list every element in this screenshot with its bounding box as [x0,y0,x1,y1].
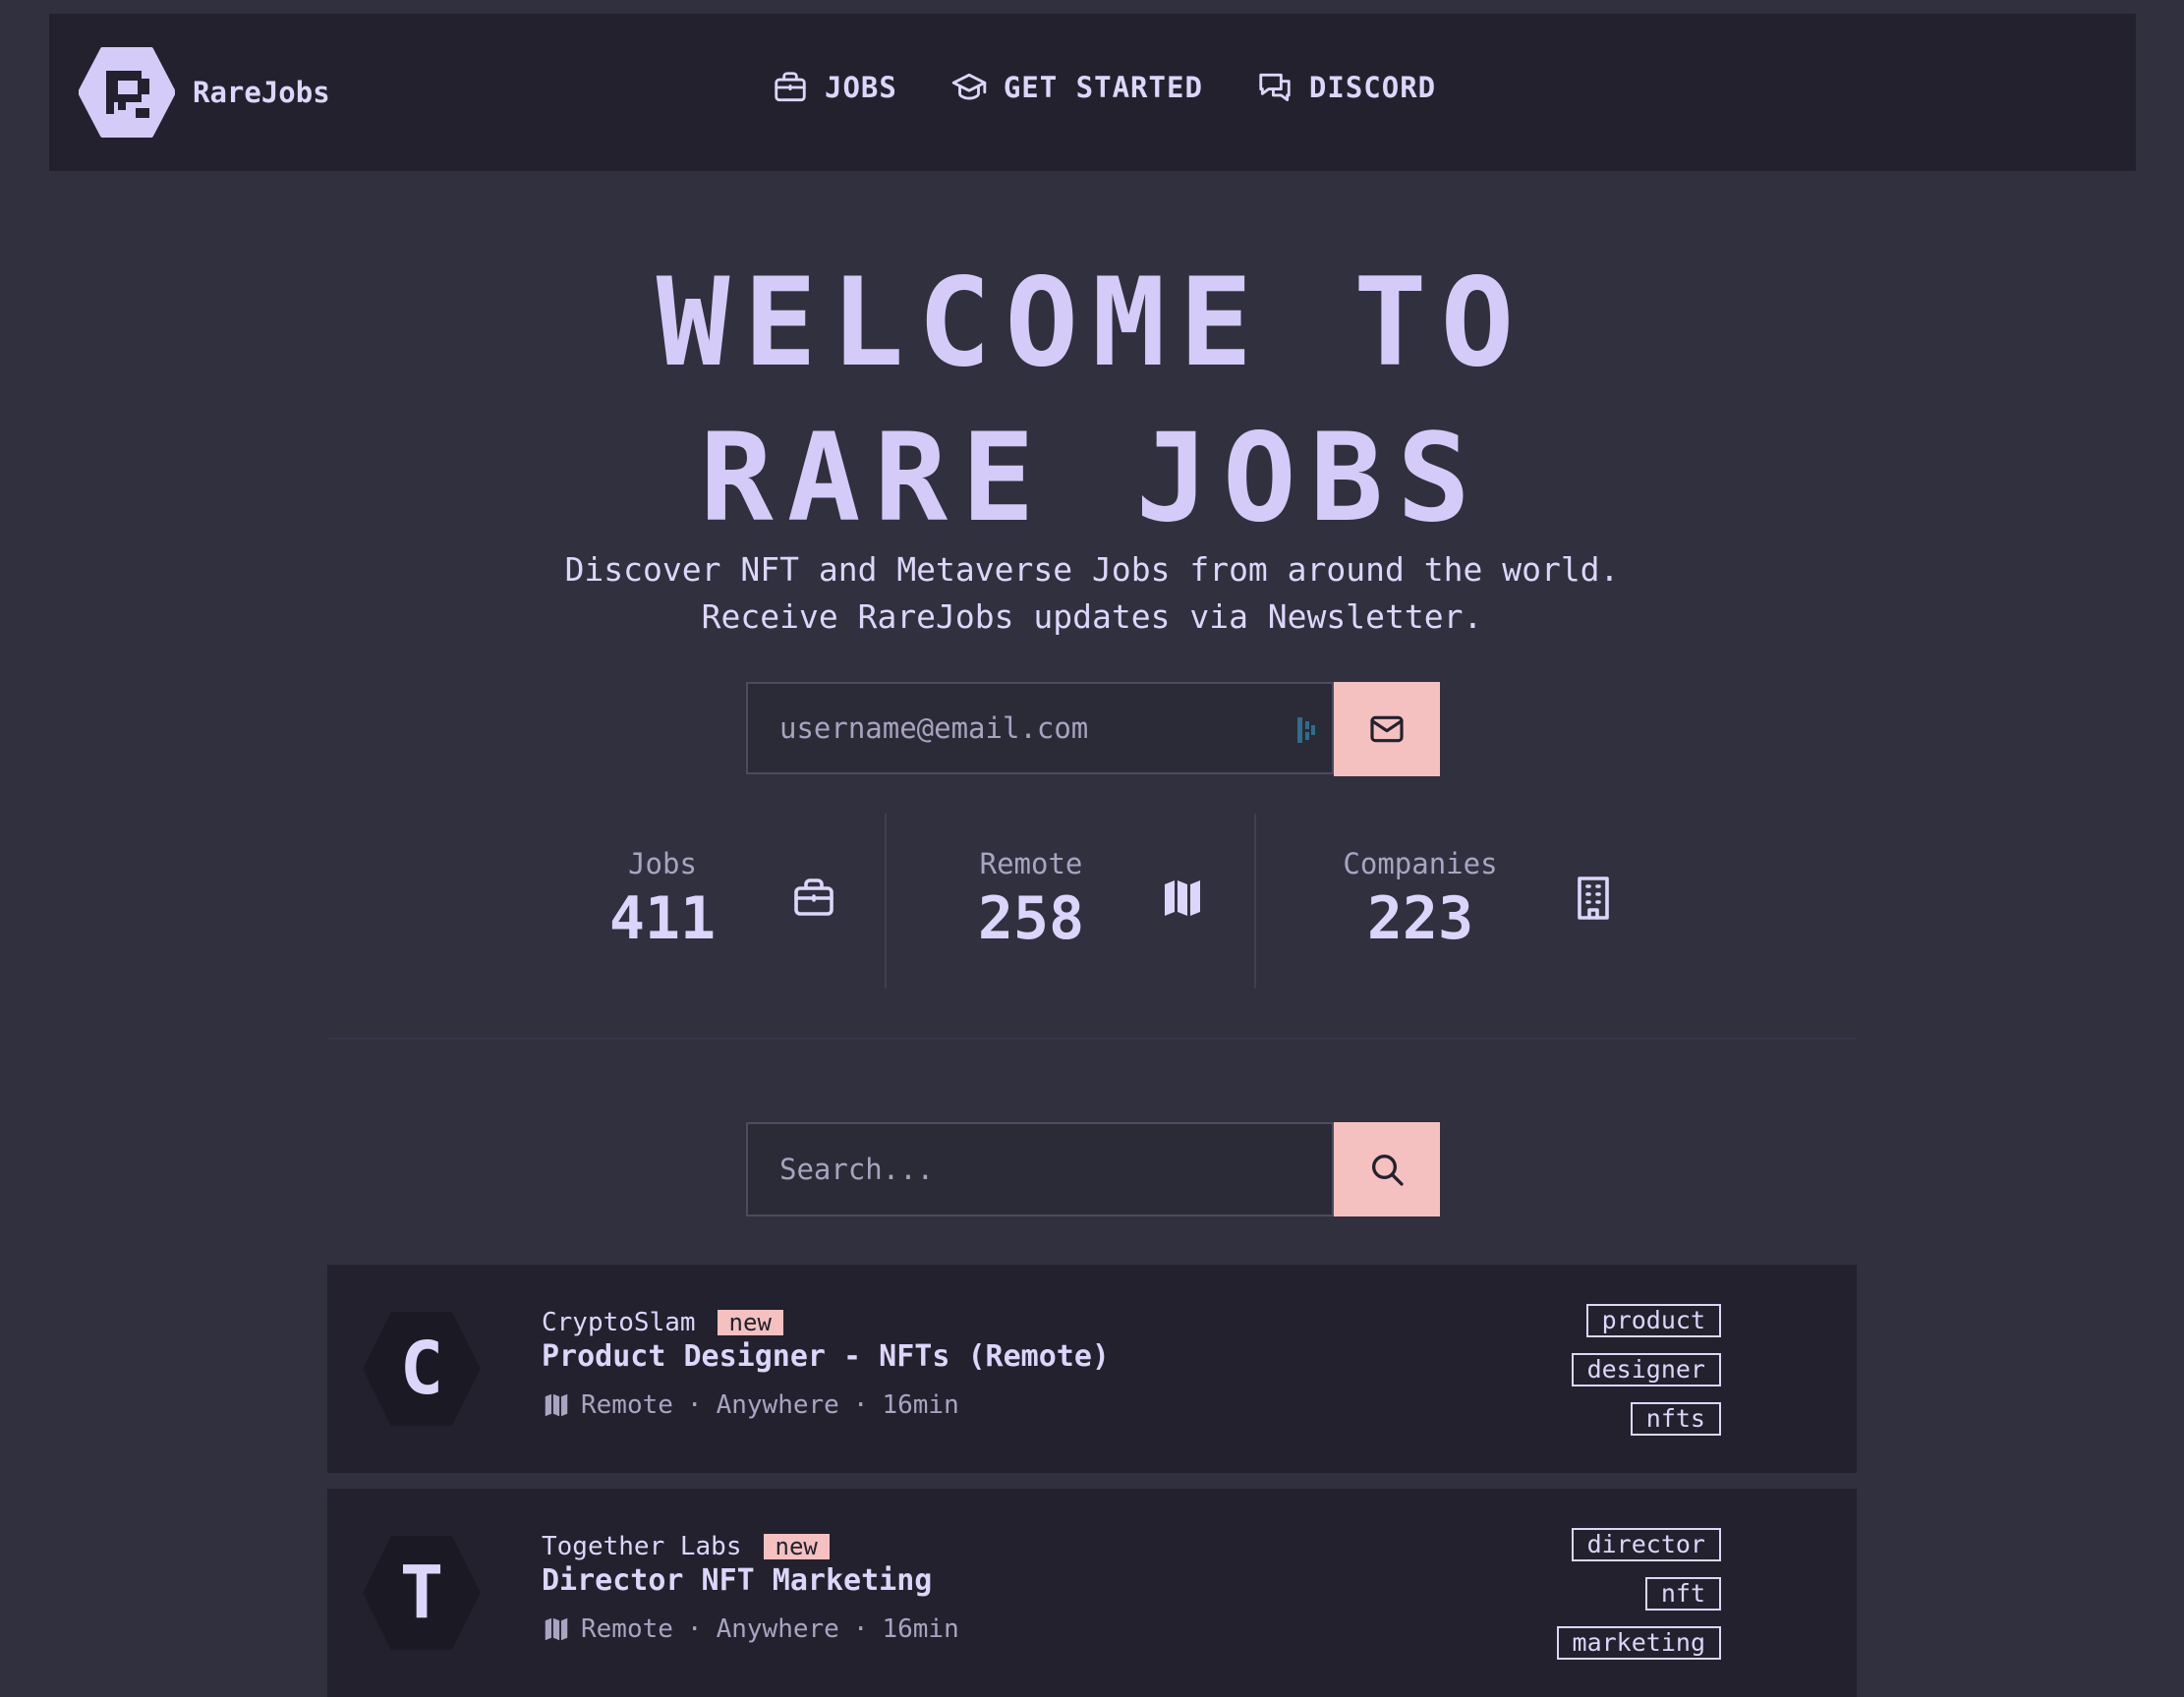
meta-separator: · [852,1390,869,1420]
stat-remote-label: Remote [979,847,1083,880]
hero-title-line-2: RARE JOBS [700,408,1484,549]
job-card[interactable]: T Together Labs new Director NFT Marketi… [327,1489,1857,1697]
nav-discord-label: DISCORD [1308,71,1437,104]
job-title[interactable]: Product Designer - NFTs (Remote) [542,1339,1110,1374]
stat-remote: Remote 258 [958,814,1253,990]
job-type: Remote [581,1614,673,1644]
job-search-input[interactable] [748,1124,1332,1215]
nav-get-started[interactable]: GET STARTED [950,69,1203,106]
meta-separator: · [852,1614,869,1644]
job-company-row: Together Labs new [542,1532,830,1561]
stats-row: Jobs 411 Remote 258 Companies 223 [0,814,2184,990]
hero-subtitle: Discover NFT and Metaverse Jobs from aro… [0,546,2184,641]
job-search-form [746,1122,1334,1216]
building-icon [1578,877,1609,920]
company-avatar: T [361,1532,483,1654]
stat-companies-label: Companies [1343,847,1498,880]
job-tags: director nft marketing [1556,1528,1721,1675]
job-location: Anywhere [716,1614,839,1644]
search-icon [1372,1155,1404,1186]
job-meta: Remote · Anywhere · 16min [542,1390,959,1420]
logo-hexagon-icon [79,47,175,138]
job-tag[interactable]: nfts [1630,1402,1721,1436]
company-name[interactable]: CryptoSlam [542,1308,696,1337]
stat-remote-value: 258 [977,884,1085,953]
stat-divider [1254,814,1256,989]
top-navbar: RareJobs JOBS GET STARTED DISCORD [49,14,2136,171]
job-tag[interactable]: nft [1644,1577,1721,1611]
newsletter-subscribe-button[interactable] [1334,682,1440,776]
hero-subtitle-line-2: Receive RareJobs updates via Newsletter. [701,597,1483,636]
brand-name: RareJobs [193,76,330,109]
hero-title: WELCOME TO RARE JOBS [0,246,2184,556]
company-name[interactable]: Together Labs [542,1532,742,1561]
newsletter-form [746,682,1334,774]
meta-separator: · [686,1390,703,1420]
briefcase-icon [775,72,806,102]
section-divider [327,1038,1857,1040]
company-avatar: C [361,1308,483,1430]
search-button[interactable] [1334,1122,1440,1216]
nav-get-started-label: GET STARTED [1003,71,1203,104]
password-manager-icon[interactable] [1296,715,1318,745]
job-type: Remote [581,1390,673,1420]
chat-bubbles-icon [1259,73,1291,102]
brand-logo[interactable]: RareJobs [79,47,330,138]
stat-jobs: Jobs 411 [590,814,885,990]
new-badge: new [717,1310,783,1335]
stat-jobs-label: Jobs [628,847,697,880]
job-company-row: CryptoSlam new [542,1308,783,1337]
stat-divider [885,814,887,989]
map-icon [1165,880,1200,916]
job-tags: product designer nfts [1571,1304,1721,1451]
job-age: 16min [882,1390,959,1420]
job-card[interactable]: C CryptoSlam new Product Designer - NFTs… [327,1265,1857,1473]
job-age: 16min [882,1614,959,1644]
company-initial: C [399,1327,444,1411]
newsletter-email-input[interactable] [748,684,1332,772]
briefcase-icon [794,878,833,916]
new-badge: new [763,1534,830,1559]
map-icon [545,1617,568,1641]
mail-icon [1370,715,1404,743]
hero-subtitle-line-1: Discover NFT and Metaverse Jobs from aro… [564,550,1620,589]
job-tag[interactable]: product [1585,1304,1721,1337]
nav-jobs-label: JOBS [825,71,897,104]
stat-jobs-value: 411 [608,884,717,953]
nav-jobs[interactable]: JOBS [772,69,897,106]
stat-companies-value: 223 [1366,884,1474,953]
stat-companies: Companies 223 [1320,814,1635,990]
job-tag[interactable]: marketing [1556,1626,1721,1660]
nav-discord[interactable]: DISCORD [1256,69,1436,106]
job-tag[interactable]: director [1571,1528,1721,1561]
main-nav: JOBS GET STARTED DISCORD [772,69,1489,106]
company-initial: T [399,1551,444,1635]
map-icon [545,1393,568,1417]
meta-separator: · [686,1614,703,1644]
hero-title-line-1: WELCOME TO [656,253,1528,394]
job-title[interactable]: Director NFT Marketing [542,1563,932,1598]
job-location: Anywhere [716,1390,839,1420]
job-meta: Remote · Anywhere · 16min [542,1614,959,1644]
graduation-cap-icon [951,73,987,100]
job-tag[interactable]: designer [1571,1353,1721,1386]
